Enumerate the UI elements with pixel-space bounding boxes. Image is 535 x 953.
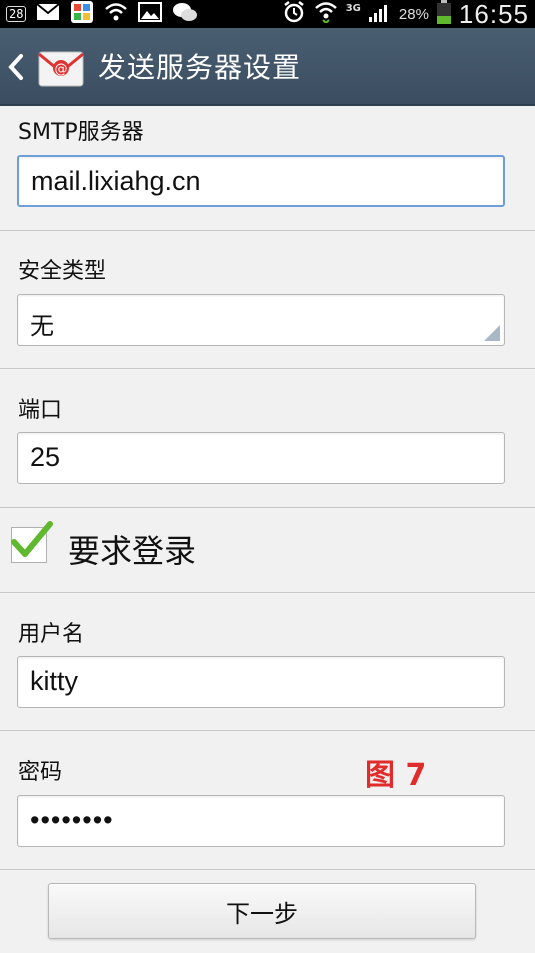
email-app-icon[interactable]: @: [38, 48, 84, 88]
status-bar-left: 28: [6, 0, 198, 28]
figure-annotation: 图 7: [365, 758, 427, 793]
divider: [0, 507, 535, 508]
action-bar: @ 发送服务器设置: [0, 28, 535, 106]
wifi-icon: [104, 2, 128, 26]
password-label: 密码: [18, 760, 63, 785]
password-value: ••••••••: [30, 805, 114, 835]
wifi-data-icon: [314, 1, 338, 27]
username-input[interactable]: kitty: [17, 656, 505, 708]
port-label: 端口: [18, 398, 63, 423]
calendar-icon: [70, 0, 94, 28]
security-type-value: 无: [30, 312, 54, 340]
smtp-server-input[interactable]: mail.lixiahg.cn: [17, 155, 505, 207]
alarm-icon: [282, 0, 306, 28]
battery-percent: 28%: [398, 5, 429, 23]
status-bar-right: 3G 28% 16:55: [282, 0, 529, 29]
dropdown-corner-icon: [484, 325, 500, 341]
divider: [0, 368, 535, 369]
notification-count-badge: 28: [6, 6, 27, 22]
port-input[interactable]: 25: [17, 432, 505, 484]
clock: 16:55: [458, 0, 529, 29]
battery-icon: [436, 0, 451, 28]
smtp-server-label: SMTP服务器: [18, 120, 144, 145]
require-login-checkbox[interactable]: [11, 521, 53, 563]
divider: [0, 592, 535, 593]
status-bar: 28 3G 28% 16:55: [0, 0, 535, 29]
network-type: 3G: [345, 2, 361, 14]
divider: [0, 730, 535, 731]
divider: [0, 230, 535, 231]
divider: [0, 869, 535, 870]
signal-icon: [368, 2, 391, 26]
wechat-icon: [172, 1, 198, 27]
gallery-icon: [138, 2, 163, 26]
next-button[interactable]: 下一步: [48, 883, 476, 939]
back-arrow-icon[interactable]: [6, 52, 26, 82]
password-input[interactable]: ••••••••: [17, 795, 505, 847]
screen-title: 发送服务器设置: [98, 51, 302, 84]
smtp-server-value: mail.lixiahg.cn: [31, 166, 201, 196]
username-value: kitty: [30, 666, 79, 696]
svg-text:@: @: [55, 62, 68, 77]
port-value: 25: [30, 442, 61, 472]
security-type-label: 安全类型: [18, 259, 107, 284]
security-type-dropdown[interactable]: 无: [17, 294, 505, 346]
require-login-label[interactable]: 要求登录: [68, 526, 196, 572]
mail-icon: [36, 3, 61, 25]
username-label: 用户名: [18, 622, 85, 647]
